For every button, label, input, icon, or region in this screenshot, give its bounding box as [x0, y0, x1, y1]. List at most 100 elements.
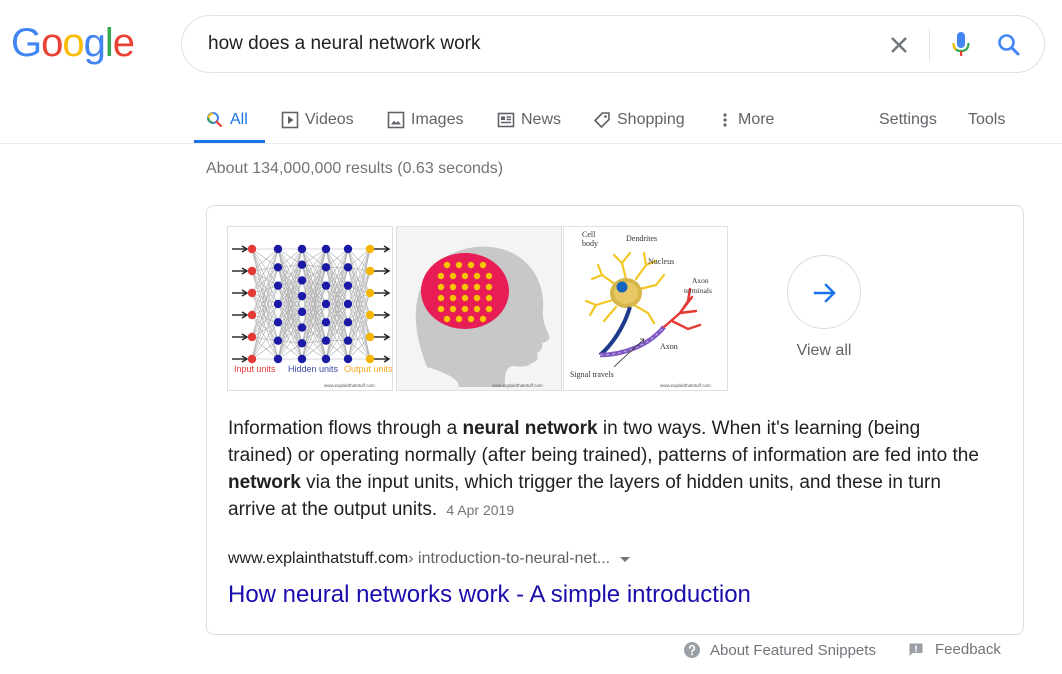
close-icon	[891, 37, 907, 53]
search-tabs: All Videos Images News Shopping More Set…	[0, 96, 1062, 144]
view-all-button[interactable]	[787, 255, 861, 329]
network-node	[365, 354, 375, 364]
network-node	[273, 318, 283, 327]
help-icon	[684, 642, 700, 658]
search-button[interactable]	[994, 30, 1024, 60]
about-featured-snippets-link[interactable]: About Featured Snippets	[683, 641, 876, 659]
network-node	[247, 310, 257, 320]
brain-node	[449, 283, 457, 291]
logo-letter: G	[11, 21, 42, 65]
network-node	[297, 276, 307, 285]
neuron-illustration: Cell body Dendrites Nucleus Axon terminals…	[564, 227, 727, 390]
network-node	[343, 263, 353, 272]
network-node	[321, 244, 331, 254]
network-node	[321, 354, 331, 364]
brain-node	[473, 272, 481, 280]
logo-letter: g	[83, 21, 106, 65]
search-icon	[207, 112, 223, 128]
featured-snippet-card: Input units Hidden units Output units ww…	[206, 205, 1024, 635]
search-input[interactable]	[208, 29, 848, 59]
network-node	[365, 288, 375, 298]
network-node	[343, 244, 353, 254]
tab-label: Shopping	[617, 111, 685, 128]
network-node	[365, 332, 375, 342]
thumbnail-neuron[interactable]: Cell body Dendrites Nucleus Axon terminals…	[563, 226, 728, 391]
tab-label: Settings	[879, 111, 937, 128]
network-node	[247, 244, 257, 254]
network-node	[321, 263, 331, 272]
google-logo[interactable]: Google	[11, 18, 135, 68]
snippet-text-part: Information flows through a	[228, 418, 463, 439]
tab-tools[interactable]: Tools	[968, 96, 1005, 144]
feedback-link[interactable]: Feedback	[908, 641, 1001, 658]
network-node	[343, 354, 353, 364]
hidden-units-label: Hidden units	[288, 364, 339, 374]
tab-videos[interactable]: Videos	[281, 96, 354, 144]
thumbnail-neural-network-diagram[interactable]: Input units Hidden units Output units ww…	[227, 226, 393, 391]
brain-node	[443, 261, 451, 269]
head-brain-illustration: www.explainthatstuff.com	[397, 227, 561, 390]
brain-node	[485, 283, 493, 291]
tab-settings[interactable]: Settings	[879, 96, 937, 144]
nucleus-label: Nucleus	[648, 257, 674, 266]
network-node	[343, 281, 353, 290]
network-node	[321, 281, 331, 290]
result-title-link[interactable]: How neural networks work - A simple intr…	[228, 581, 751, 609]
brain-node	[485, 294, 493, 302]
brain-node	[443, 315, 451, 323]
brain-node	[437, 305, 445, 313]
network-node	[297, 339, 307, 348]
logo-letter: o	[41, 21, 63, 65]
brain-node	[461, 305, 469, 313]
result-url[interactable]: www.explainthatstuff.com › introduction-…	[228, 550, 631, 568]
image-icon	[387, 111, 405, 129]
thumbnail-head-brain[interactable]: www.explainthatstuff.com	[396, 226, 562, 391]
brain-node	[467, 315, 475, 323]
tab-shopping[interactable]: Shopping	[593, 96, 685, 144]
tab-more[interactable]: More	[716, 96, 774, 144]
network-node	[321, 318, 331, 327]
network-node	[343, 336, 353, 345]
snippet-highlight: network	[228, 472, 301, 493]
brain-node	[449, 305, 457, 313]
tab-label: Videos	[305, 111, 354, 128]
snippet-date: 4 Apr 2019	[446, 502, 515, 518]
brain-node	[473, 294, 481, 302]
feedback-label: Feedback	[935, 641, 1001, 658]
network-node	[247, 288, 257, 298]
brain-node	[449, 272, 457, 280]
search-icon	[998, 34, 1020, 56]
brain-node	[473, 283, 481, 291]
view-all-link[interactable]: View all	[767, 342, 881, 360]
network-node	[365, 244, 375, 254]
brain-node	[467, 261, 475, 269]
search-box	[181, 15, 1045, 73]
microphone-icon	[952, 32, 970, 56]
tab-label: Tools	[968, 111, 1006, 128]
clear-search-button[interactable]	[884, 30, 914, 60]
tab-all[interactable]: All	[206, 96, 248, 144]
brain-node	[479, 261, 487, 269]
input-units-label: Input units	[234, 364, 276, 374]
image-watermark: www.explainthatstuff.com	[324, 383, 375, 388]
arrow-right-icon	[813, 283, 836, 303]
logo-letter: o	[62, 21, 84, 65]
network-node	[321, 336, 331, 345]
network-node	[273, 336, 283, 345]
output-units-label: Output units	[344, 364, 393, 374]
brain-node	[479, 315, 487, 323]
network-node	[321, 299, 331, 309]
brain-node	[437, 272, 445, 280]
voice-search-button[interactable]	[946, 29, 976, 61]
search-box-divider	[929, 29, 930, 61]
logo-letter: e	[112, 21, 135, 65]
tab-news[interactable]: News	[497, 96, 561, 144]
image-watermark: www.explainthatstuff.com	[492, 383, 543, 388]
brain-node	[473, 305, 481, 313]
snippet-text-part: via the input units, which trigger the l…	[228, 472, 941, 520]
tab-images[interactable]: Images	[387, 96, 463, 144]
caret-down-icon[interactable]	[620, 556, 631, 562]
brain-node	[485, 305, 493, 313]
network-node	[297, 244, 307, 254]
network-node	[273, 244, 283, 254]
